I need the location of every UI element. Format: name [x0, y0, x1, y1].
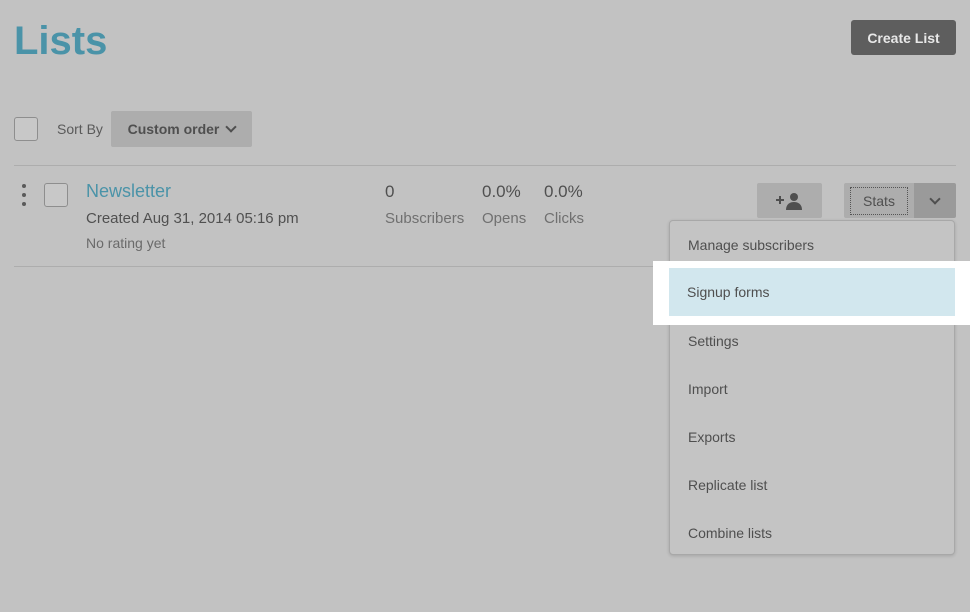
opens-label: Opens	[482, 210, 527, 227]
chevron-down-icon	[225, 121, 238, 133]
menu-item-signup-forms[interactable]: Signup forms	[669, 268, 955, 316]
add-user-icon	[775, 192, 802, 210]
list-actions-dropdown-toggle[interactable]	[914, 183, 956, 218]
clicks-value: 0.0%	[544, 182, 583, 201]
menu-item-combine-lists[interactable]: Combine lists	[670, 509, 954, 557]
list-created-date: Created Aug 31, 2014 05:16 pm	[86, 210, 299, 227]
stats-button[interactable]: Stats	[844, 183, 914, 218]
create-list-button[interactable]: Create List	[851, 20, 956, 55]
page-title: Lists	[14, 19, 108, 63]
opens-value: 0.0%	[482, 182, 521, 201]
divider	[14, 165, 956, 166]
sort-dropdown[interactable]: Custom order	[111, 111, 252, 147]
menu-item-exports[interactable]: Exports	[670, 413, 954, 461]
stats-button-label: Stats	[850, 186, 908, 215]
drag-handle-icon[interactable]	[21, 184, 27, 206]
chevron-down-icon	[929, 192, 941, 205]
subscribers-count: 0	[385, 182, 395, 201]
clicks-label: Clicks	[544, 210, 584, 227]
select-all-checkbox[interactable]	[14, 117, 38, 141]
subscribers-label: Subscribers	[385, 210, 465, 227]
add-subscriber-button[interactable]	[757, 183, 822, 218]
sort-label: Sort By	[57, 121, 103, 137]
menu-item-replicate-list[interactable]: Replicate list	[670, 461, 954, 509]
list-rating: No rating yet	[86, 235, 166, 251]
list-checkbox[interactable]	[44, 183, 68, 207]
list-name-link[interactable]: Newsletter	[86, 181, 171, 202]
menu-item-import[interactable]: Import	[670, 365, 954, 413]
sort-value: Custom order	[127, 121, 220, 137]
